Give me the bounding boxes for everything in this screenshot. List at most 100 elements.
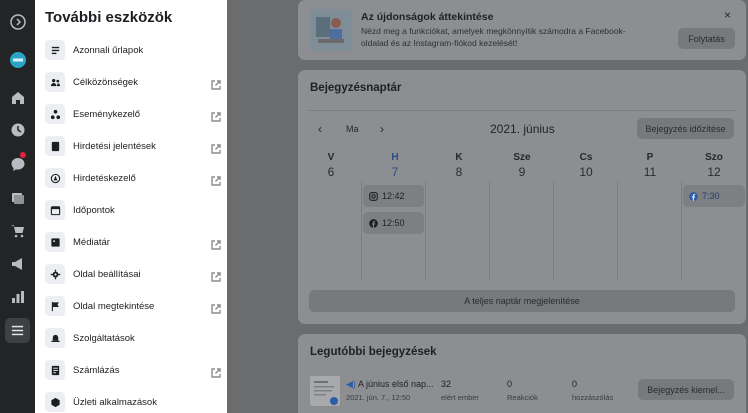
report-icon	[45, 136, 65, 156]
day-column-wed: Sze 9	[502, 152, 542, 179]
today-button[interactable]: Ma	[346, 124, 359, 134]
grid-line	[617, 182, 618, 280]
facebook-icon	[369, 218, 378, 228]
tool-events-manager[interactable]: Eseménykezelő	[45, 102, 221, 126]
back-arrow-icon[interactable]	[8, 12, 27, 31]
day-number: 7	[391, 165, 399, 179]
external-link-icon	[211, 301, 221, 314]
tool-instant-forms[interactable]: Azonnali űrlapok	[45, 38, 221, 62]
divider	[308, 110, 737, 111]
scheduled-post-chip[interactable]: 12:50	[363, 212, 424, 234]
day-number: 6	[327, 165, 335, 179]
insights-icon[interactable]	[8, 287, 27, 306]
continue-button[interactable]: Folytatás	[678, 28, 735, 49]
close-icon[interactable]: ×	[724, 8, 731, 22]
events-icon	[45, 104, 65, 124]
post-time: 7:30	[702, 191, 720, 201]
inbox-icon[interactable]	[8, 152, 27, 173]
day-column-mon: H 7	[375, 152, 415, 179]
tool-ad-reports[interactable]: Hirdetési jelentések	[45, 134, 221, 158]
prev-week-icon[interactable]: ‹	[318, 122, 322, 136]
post-date: 2021. jún. 7., 12:50	[346, 393, 411, 402]
tool-label: Célközönségek	[73, 76, 138, 88]
tool-label: Oldal megtekintése	[73, 300, 155, 312]
next-week-icon[interactable]: ›	[380, 122, 384, 136]
schedule-post-button[interactable]: Bejegyzés időzítése	[637, 118, 734, 139]
tool-label: Hirdetéskezelő	[73, 172, 136, 184]
grid-line	[553, 182, 554, 280]
recent-posts-card: Legutóbbi bejegyzések ◀) A június első n…	[298, 334, 746, 413]
tool-view-page[interactable]: Oldal megtekintése	[45, 294, 221, 318]
post-title-text: A június első nap...	[357, 379, 434, 389]
day-number: 8	[455, 165, 463, 179]
tool-label: Médiatár	[73, 236, 110, 248]
billing-icon	[45, 360, 65, 380]
day-name: H	[391, 152, 399, 163]
post-thumbnail[interactable]	[310, 376, 340, 406]
tool-label: Időpontok	[73, 204, 115, 216]
facebook-icon	[689, 191, 698, 201]
day-name: V	[327, 152, 335, 163]
external-link-icon	[211, 365, 221, 378]
instagram-icon	[369, 191, 378, 201]
banner-illustration	[310, 9, 352, 51]
ads-manager-icon	[45, 168, 65, 188]
day-number: 10	[579, 165, 593, 179]
form-icon	[45, 40, 65, 60]
recent-posts-title: Legutóbbi bejegyzések	[310, 346, 437, 358]
megaphone-icon[interactable]	[8, 254, 27, 273]
tool-label: Számlázás	[73, 364, 120, 376]
nav-rail	[0, 0, 35, 413]
audience-icon	[45, 72, 65, 92]
page-avatar[interactable]	[8, 50, 27, 69]
tool-ads-manager[interactable]: Hirdetéskezelő	[45, 166, 221, 190]
tool-label: Üzleti alkalmazások	[73, 396, 157, 408]
boost-post-button[interactable]: Bejegyzés kiemel...	[638, 379, 734, 400]
day-column-tue: K 8	[439, 152, 479, 179]
tool-appointments[interactable]: Időpontok	[45, 198, 221, 222]
calendar-title: Bejegyzésnaptár	[310, 82, 402, 94]
day-number: 11	[643, 165, 657, 179]
tool-label: Hirdetési jelentések	[73, 140, 156, 152]
clock-icon[interactable]	[8, 120, 27, 139]
external-link-icon	[211, 173, 221, 186]
day-number: 12	[707, 165, 721, 179]
day-name: P	[646, 152, 654, 163]
flag-icon	[45, 296, 65, 316]
reach-label: elért ember	[441, 393, 479, 402]
tool-business-apps[interactable]: Üzleti alkalmazások	[45, 390, 221, 413]
tool-media-library[interactable]: Médiatár	[45, 230, 221, 254]
posts-icon[interactable]	[8, 188, 27, 207]
media-icon	[45, 232, 65, 252]
banner-text: Nézd meg a funkciókat, amelyek megkönnyí…	[361, 26, 626, 48]
show-full-calendar-button[interactable]: A teljes naptár megjelenítése	[309, 290, 735, 312]
cube-icon	[45, 392, 65, 412]
external-link-icon	[211, 237, 221, 250]
day-column-sun: V 6	[311, 152, 351, 179]
tool-label: Oldal beállításai	[73, 268, 141, 280]
month-label: 2021. június	[490, 122, 555, 136]
home-icon[interactable]	[8, 88, 27, 107]
day-name: Sze	[513, 152, 531, 163]
day-name: Szo	[705, 152, 723, 163]
scheduled-post-chip[interactable]: 7:30	[683, 185, 745, 207]
tool-page-settings[interactable]: Oldal beállításai	[45, 262, 221, 286]
more-tools-menu-icon[interactable]	[5, 318, 30, 343]
reactions-value: 0	[507, 379, 513, 389]
day-name: K	[455, 152, 463, 163]
tool-audiences[interactable]: Célközönségek	[45, 70, 221, 94]
tool-billing[interactable]: Számlázás	[45, 358, 221, 382]
grid-line	[489, 182, 490, 280]
post-time: 12:50	[382, 218, 405, 228]
cart-icon[interactable]	[8, 221, 27, 240]
post-title[interactable]: ◀) A június első nap...	[346, 379, 434, 390]
scheduled-post-chip[interactable]: 12:42	[363, 185, 424, 207]
megaphone-icon: ◀)	[346, 379, 356, 389]
tool-services[interactable]: Szolgáltatások	[45, 326, 221, 350]
comments-label: hozzászólás	[572, 393, 614, 402]
reach-value: 32	[441, 379, 452, 389]
external-link-icon	[211, 109, 221, 122]
bell-icon	[45, 328, 65, 348]
comments-value: 0	[572, 379, 578, 389]
grid-line	[361, 182, 362, 280]
